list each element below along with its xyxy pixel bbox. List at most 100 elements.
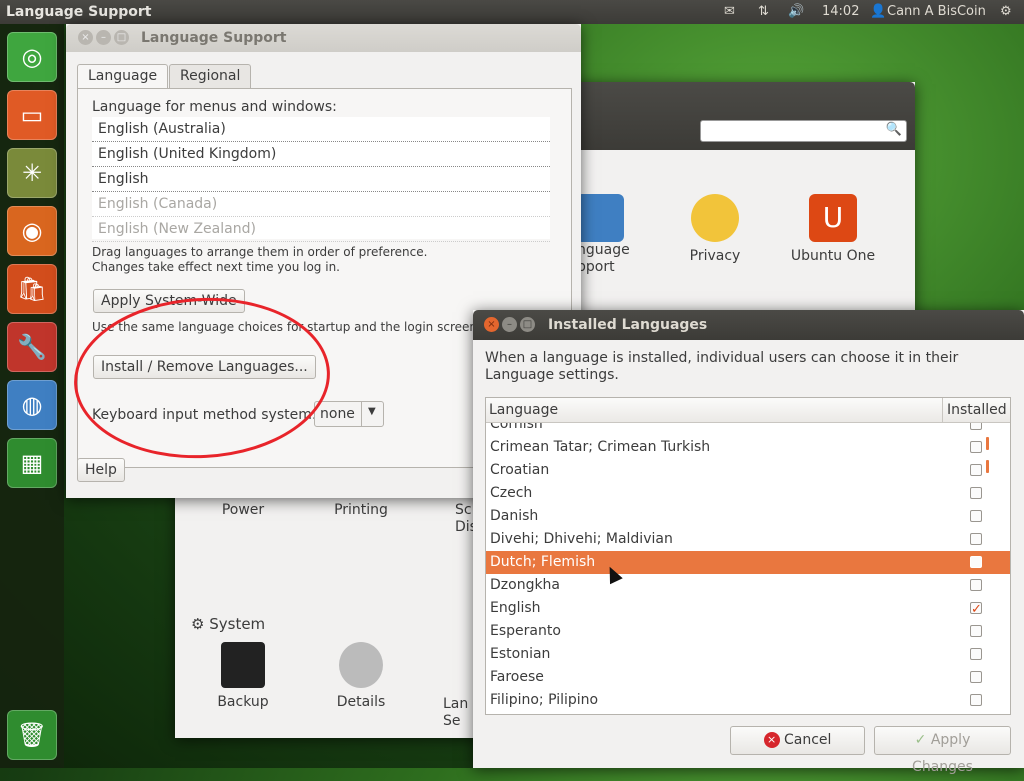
column-divider — [942, 398, 943, 422]
cancel-button[interactable]: × Cancel — [730, 726, 865, 755]
settings-item-details[interactable]: Details — [311, 642, 411, 710]
table-row[interactable]: Filipino; Pilipino — [486, 689, 1010, 712]
settings-item-label: Privacy — [689, 248, 741, 264]
user-name[interactable]: Cann A BisCoin — [887, 4, 986, 19]
table-row-selected[interactable]: Dutch; Flemish — [486, 551, 1010, 574]
language-list[interactable]: English (Australia) English (United King… — [92, 117, 550, 242]
combo-divider — [361, 402, 362, 426]
list-item[interactable]: English (New Zealand) — [92, 217, 550, 242]
table-header: Language Installed — [486, 398, 1010, 423]
table-row[interactable]: Crimean Tatar; Crimean Turkish — [486, 436, 1010, 459]
trash-icon[interactable]: 🗑 — [7, 710, 57, 760]
table-row[interactable]: Estonian — [486, 643, 1010, 666]
leaf-app-icon[interactable]: ✳ — [7, 148, 57, 198]
apply-changes-button[interactable]: ✓ Apply Changes — [874, 726, 1011, 775]
installed-checkbox[interactable] — [970, 487, 982, 499]
firefox-icon[interactable]: ◉ — [7, 206, 57, 256]
installed-languages-dialog: × – □ Installed Languages When a languag… — [473, 310, 1024, 775]
tab-language[interactable]: Language — [77, 64, 169, 90]
installed-checkbox[interactable] — [970, 464, 982, 476]
language-name: Estonian — [490, 646, 551, 662]
list-item[interactable]: English (United Kingdom) — [92, 142, 550, 167]
settings-item-label-partial: nguage pport — [577, 242, 630, 275]
settings-item-power[interactable]: Power — [193, 502, 293, 518]
search-input[interactable]: 🔍 — [700, 120, 907, 142]
system-section-icon: ⚙ — [191, 615, 205, 633]
settings-item-label: Ubuntu One — [790, 248, 876, 264]
settings-item-label: Details — [336, 694, 386, 710]
installed-checkbox[interactable] — [970, 648, 982, 660]
scroll-indicator — [986, 437, 989, 450]
installed-checkbox[interactable] — [970, 694, 982, 706]
keyboard-input-select[interactable]: none ▼ — [314, 401, 384, 427]
list-item[interactable]: English (Australia) — [92, 117, 550, 142]
search-icon: 🔍 — [885, 122, 902, 137]
minimize-icon[interactable]: – — [502, 317, 517, 332]
table-row[interactable]: English ✓ — [486, 597, 1010, 620]
settings-item-label: Backup — [217, 694, 269, 710]
chevron-down-icon: ▼ — [368, 406, 376, 417]
user-icon[interactable]: 👤 — [870, 4, 886, 19]
network-icon[interactable]: ⇅ — [758, 4, 769, 19]
installed-checkbox[interactable] — [970, 625, 982, 637]
list-item[interactable]: English (Canada) — [92, 192, 550, 217]
settings-item-ubuntu-one[interactable]: U Ubuntu One — [783, 194, 883, 264]
installed-checkbox[interactable] — [970, 556, 982, 568]
workspace-switcher-icon[interactable]: ▦ — [7, 438, 57, 488]
installed-checkbox[interactable] — [970, 510, 982, 522]
privacy-icon — [691, 194, 739, 242]
table-row[interactable]: Dzongkha — [486, 574, 1010, 597]
minimize-icon[interactable]: – — [96, 30, 111, 45]
launcher: ◎ ▭ ✳ ◉ 🛍 🔧 ◍ ▦ 🗑 — [0, 24, 64, 768]
section-title: System — [209, 615, 266, 633]
installed-checkbox[interactable] — [970, 671, 982, 683]
table-row[interactable]: Croatian — [486, 459, 1010, 482]
language-name: English — [490, 600, 541, 616]
column-header-installed[interactable]: Installed — [947, 402, 1007, 418]
table-row[interactable]: Esperanto — [486, 620, 1010, 643]
software-center-icon[interactable]: 🛍 — [7, 264, 57, 314]
installed-checkbox[interactable] — [970, 441, 982, 453]
maximize-icon[interactable]: □ — [114, 30, 129, 45]
clock[interactable]: 14:02 — [822, 4, 859, 19]
dash-home-icon[interactable]: ◎ — [7, 32, 57, 82]
table-row[interactable]: Czech — [486, 482, 1010, 505]
apply-check-icon: ✓ — [914, 732, 927, 748]
checkmark-icon: ✓ — [971, 602, 982, 617]
help-button[interactable]: Help — [77, 458, 125, 482]
installed-checkbox[interactable]: ✓ — [970, 602, 982, 617]
files-icon[interactable]: ▭ — [7, 90, 57, 140]
language-name: Divehi; Dhivehi; Maldivian — [490, 531, 673, 547]
language-name: Filipino; Pilipino — [490, 692, 599, 708]
system-settings-icon[interactable]: 🔧 — [7, 322, 57, 372]
language-name: Croatian — [490, 462, 550, 478]
settings-item-backup[interactable]: Backup — [193, 642, 293, 710]
drag-hint: Drag languages to arrange them in order … — [92, 245, 428, 259]
installed-checkbox[interactable] — [970, 579, 982, 591]
settings-item-label: Printing — [334, 502, 388, 518]
tab-regional-formats[interactable]: Regional Formats — [169, 64, 252, 106]
settings-item-printing[interactable]: Printing — [311, 502, 411, 518]
installed-checkbox[interactable] — [970, 533, 982, 545]
language-name: Crimean Tatar; Crimean Turkish — [490, 439, 711, 455]
table-row[interactable]: Faroese — [486, 666, 1010, 689]
language-support-launcher-icon[interactable]: ◍ — [7, 380, 57, 430]
table-row[interactable]: Danish — [486, 505, 1010, 528]
list-item[interactable]: English — [92, 167, 550, 192]
changes-hint: Changes take effect next time you log in… — [92, 260, 340, 274]
close-icon[interactable]: × — [78, 30, 93, 45]
details-icon — [339, 642, 383, 688]
volume-icon[interactable]: 🔊 — [788, 4, 804, 19]
languages-table[interactable]: Cornish Crimean Tatar; Crimean Turkish C… — [485, 397, 1011, 715]
maximize-icon[interactable]: □ — [520, 317, 535, 332]
language-name: Danish — [490, 508, 539, 524]
settings-item-privacy[interactable]: Privacy — [665, 194, 765, 264]
column-header-language[interactable]: Language — [489, 402, 558, 418]
mail-icon[interactable]: ✉ — [724, 4, 735, 19]
settings-item-language-support-2[interactable]: Lan Se — [443, 696, 468, 730]
power-gear-icon[interactable]: ⚙ — [1000, 4, 1012, 19]
table-row[interactable]: Divehi; Dhivehi; Maldivian — [486, 528, 1010, 551]
menus-label: Language for menus and windows: — [92, 99, 337, 115]
language-name: Esperanto — [490, 623, 561, 639]
close-icon[interactable]: × — [484, 317, 499, 332]
